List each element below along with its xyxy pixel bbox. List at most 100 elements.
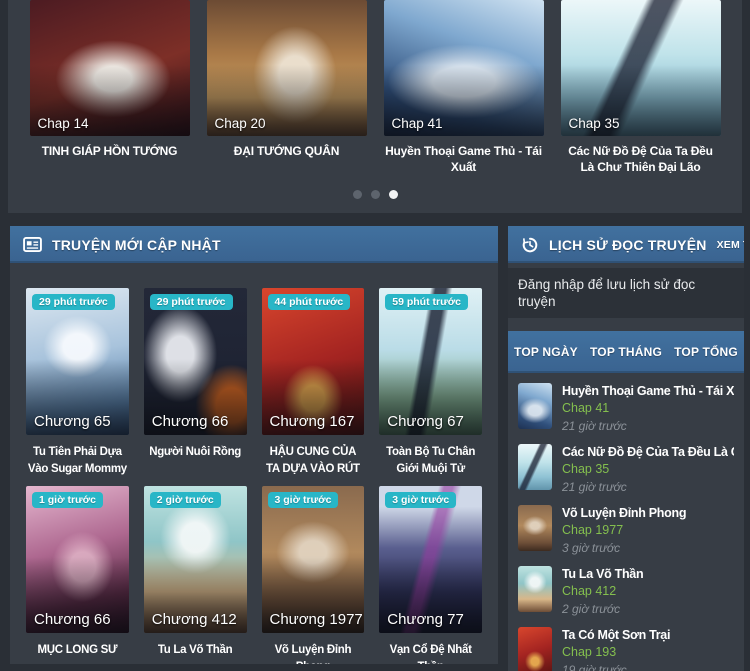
comic-card[interactable]: 2 giờ trước Chương 412 Tu La Võ Thần	[143, 486, 247, 664]
featured-chap-label: Chap 14	[37, 116, 89, 131]
list-item-chap[interactable]: Chap 41	[562, 401, 734, 415]
tab-top-month[interactable]: TOP THÁNG	[590, 345, 662, 359]
featured-cover[interactable]: Chap 41	[383, 0, 544, 136]
carousel-dot[interactable]	[352, 190, 362, 199]
featured-item[interactable]: Chap 14 TINH GIÁP HỒN TƯỚNG	[29, 0, 190, 177]
list-item-thumbnail[interactable]	[518, 505, 552, 551]
featured-title[interactable]: ĐẠI TƯỚNG QUÂN	[207, 143, 367, 159]
section-title: TRUYỆN MỚI CẬP NHẬT	[52, 236, 221, 253]
list-item[interactable]: Ta Có Một Sơn Trại Chap 193 19 giờ trước	[518, 627, 734, 671]
time-badge: 29 phút trước	[149, 294, 233, 310]
list-item-thumbnail[interactable]	[518, 444, 552, 490]
comic-title[interactable]: Vạn Cổ Đệ Nhất Thần	[380, 642, 481, 664]
featured-cover[interactable]: Chap 14	[29, 0, 190, 136]
comic-card[interactable]: 3 giờ trước Chương 77 Vạn Cổ Đệ Nhất Thầ…	[379, 486, 482, 664]
comic-title[interactable]: Võ Luyện Đỉnh Phong	[263, 642, 364, 664]
history-icon	[521, 236, 539, 254]
comic-card[interactable]: 1 giờ trước Chương 66 MỤC LONG SƯ	[26, 486, 129, 664]
top-tabs: TOP NGÀY TOP THÁNG TOP TỔNG	[508, 331, 744, 373]
chapter-label: Chương 66	[34, 611, 111, 628]
comic-card[interactable]: 59 phút trước Chương 67 Toàn Bộ Tu Chân …	[379, 288, 482, 478]
comic-title[interactable]: MỤC LONG SƯ	[27, 642, 128, 664]
new-updates-section: TRUYỆN MỚI CẬP NHẬT 29 phút trước Chương…	[10, 226, 498, 664]
chapter-label: Chương 66	[151, 413, 229, 430]
comic-card[interactable]: 29 phút trước Chương 66 Người Nuôi Rồng	[143, 288, 247, 478]
comic-card[interactable]: 29 phút trước Chương 65 Tu Tiên Phải Dựa…	[26, 288, 129, 478]
list-item[interactable]: Võ Luyện Đỉnh Phong Chap 1977 3 giờ trướ…	[518, 505, 734, 555]
chapter-label: Chương 77	[387, 611, 464, 628]
list-item-time: 2 giờ trước	[562, 602, 621, 616]
time-badge: 59 phút trước	[385, 294, 468, 310]
comic-title[interactable]: Tu La Võ Thần	[145, 642, 246, 664]
top-list: Huyền Thoại Game Thủ - Tái Xuất Chap 41 …	[508, 373, 744, 671]
featured-cover[interactable]: Chap 20	[206, 0, 367, 136]
list-item-chap[interactable]: Chap 1977	[562, 523, 686, 537]
chapter-label: Chương 167	[269, 413, 355, 430]
list-item-thumbnail[interactable]	[518, 566, 552, 612]
comic-cover[interactable]: 29 phút trước Chương 65	[26, 288, 129, 435]
chapter-label: Chương 1977	[269, 611, 363, 628]
login-notice: Đăng nhập để lưu lịch sử đọc truyện	[508, 268, 744, 318]
list-item-chap[interactable]: Chap 412	[562, 584, 643, 598]
comic-card[interactable]: 44 phút trước Chương 167 HẬU CUNG CỦA TA…	[261, 288, 365, 478]
list-item-title[interactable]: Ta Có Một Sơn Trại	[562, 628, 670, 642]
list-item-time: 3 giờ trước	[562, 541, 621, 555]
comic-card[interactable]: 3 giờ trước Chương 1977 Võ Luyện Đỉnh Ph…	[261, 486, 365, 664]
time-badge: 29 phút trước	[32, 294, 115, 310]
tab-top-day[interactable]: TOP NGÀY	[514, 345, 578, 359]
featured-item[interactable]: Chap 41 Huyền Thoại Game Thủ - Tái Xuất	[383, 0, 544, 177]
view-all-link[interactable]: XEM TẤT CẢ »	[717, 239, 744, 251]
chapter-label: Chương 65	[34, 413, 111, 430]
comic-cover[interactable]: 3 giờ trước Chương 77	[379, 486, 482, 633]
featured-item[interactable]: Chap 35 Các Nữ Đồ Đệ Của Ta Đều Là Chư T…	[560, 0, 721, 177]
list-item[interactable]: Các Nữ Đồ Đệ Của Ta Đều Là Chư... Chap 3…	[518, 444, 734, 494]
comic-cover[interactable]: 59 phút trước Chương 67	[379, 288, 482, 435]
featured-chap-label: Chap 35	[568, 116, 620, 131]
featured-item[interactable]: Chap 20 ĐẠI TƯỚNG QUÂN	[206, 0, 367, 177]
featured-title[interactable]: Huyền Thoại Game Thủ - Tái Xuất	[384, 143, 544, 175]
comic-cover[interactable]: 2 giờ trước Chương 412	[143, 486, 247, 633]
news-icon	[23, 237, 42, 252]
comic-title[interactable]: Tu Tiên Phải Dựa Vào Sugar Mommy	[27, 444, 128, 478]
list-item-chap[interactable]: Chap 35	[562, 462, 734, 476]
comic-cover[interactable]: 3 giờ trước Chương 1977	[261, 486, 365, 633]
featured-cover[interactable]: Chap 35	[560, 0, 721, 136]
comic-cover[interactable]: 1 giờ trước Chương 66	[26, 486, 129, 633]
featured-title[interactable]: TINH GIÁP HỒN TƯỚNG	[30, 143, 190, 159]
comic-cover[interactable]: 29 phút trước Chương 66	[143, 288, 247, 435]
main-content-row: TRUYỆN MỚI CẬP NHẬT 29 phút trước Chương…	[10, 226, 744, 671]
chapter-label: Chương 67	[387, 413, 464, 430]
featured-chap-label: Chap 41	[391, 116, 443, 131]
comic-title[interactable]: Toàn Bộ Tu Chân Giới Muội Tử Muốn Bắt Ta	[380, 444, 481, 478]
tab-top-total[interactable]: TOP TỔNG	[674, 345, 738, 359]
list-item-time: 21 giờ trước	[562, 480, 627, 494]
comic-title[interactable]: Người Nuôi Rồng	[145, 444, 246, 478]
time-badge: 1 giờ trước	[32, 492, 103, 508]
list-item-time: 21 giờ trước	[562, 419, 627, 433]
list-item-chap[interactable]: Chap 193	[562, 645, 670, 659]
carousel-dot[interactable]	[370, 190, 380, 199]
list-item-title[interactable]: Võ Luyện Đỉnh Phong	[562, 506, 686, 520]
list-item-title[interactable]: Các Nữ Đồ Đệ Của Ta Đều Là Chư...	[562, 445, 734, 459]
sidebar: LỊCH SỬ ĐỌC TRUYỆN XEM TẤT CẢ » Đăng nhậ…	[508, 226, 744, 671]
time-badge: 3 giờ trước	[267, 492, 339, 508]
list-item-thumbnail[interactable]	[518, 627, 552, 671]
new-updates-header: TRUYỆN MỚI CẬP NHẬT	[10, 226, 498, 263]
chapter-label: Chương 412	[151, 611, 237, 628]
time-badge: 2 giờ trước	[149, 492, 221, 508]
comic-title[interactable]: HẬU CUNG CỦA TA DỰA VÀO RÚT THẺ	[263, 444, 364, 478]
featured-carousel: Chap 14 TINH GIÁP HỒN TƯỚNG Chap 20 ĐẠI …	[8, 0, 742, 213]
comic-grid: 29 phút trước Chương 65 Tu Tiên Phải Dựa…	[10, 263, 498, 664]
comic-cover[interactable]: 44 phút trước Chương 167	[261, 288, 365, 435]
history-header: LỊCH SỬ ĐỌC TRUYỆN XEM TẤT CẢ »	[508, 226, 744, 263]
list-item-thumbnail[interactable]	[518, 383, 552, 429]
list-item[interactable]: Huyền Thoại Game Thủ - Tái Xuất Chap 41 …	[518, 383, 734, 433]
carousel-dot[interactable]	[388, 190, 398, 199]
list-item-title[interactable]: Huyền Thoại Game Thủ - Tái Xuất	[562, 384, 734, 398]
list-item[interactable]: Tu La Võ Thần Chap 412 2 giờ trước	[518, 566, 734, 616]
time-badge: 3 giờ trước	[385, 492, 457, 508]
featured-chap-label: Chap 20	[214, 116, 266, 131]
list-item-title[interactable]: Tu La Võ Thần	[562, 567, 643, 581]
featured-title[interactable]: Các Nữ Đồ Đệ Của Ta Đều Là Chư Thiên Đại…	[561, 143, 721, 177]
carousel-dots	[8, 190, 742, 199]
